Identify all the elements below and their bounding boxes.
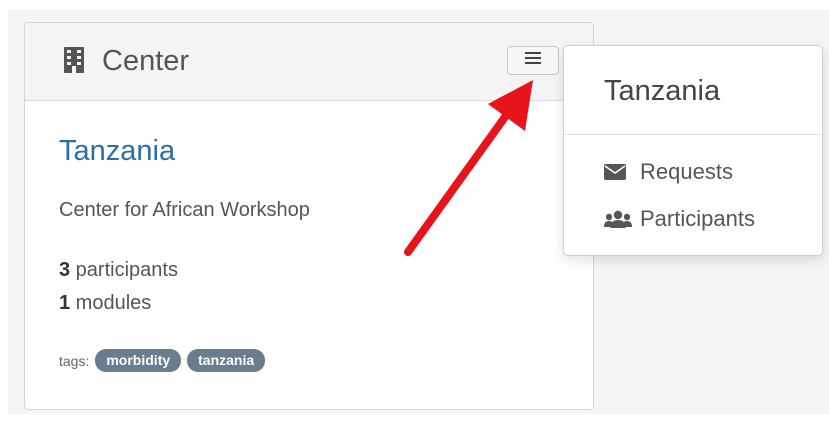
actions-dropdown-menu: Tanzania Requests Participants xyxy=(563,45,823,256)
participants-stat: 3 participants xyxy=(59,257,178,283)
menu-item-label: Participants xyxy=(640,206,755,231)
menu-toggle-button[interactable] xyxy=(507,46,559,75)
menu-item-label: Requests xyxy=(640,159,733,184)
card-title: Center xyxy=(102,45,190,77)
menu-item-requests[interactable]: Requests xyxy=(604,157,733,187)
modules-label: modules xyxy=(70,292,152,314)
envelope-icon xyxy=(604,162,632,182)
dropdown-divider xyxy=(564,134,822,135)
participants-label: participants xyxy=(70,259,178,281)
center-card: Center Tanzania Center for African Works… xyxy=(24,22,594,410)
hamburger-icon xyxy=(525,51,541,70)
tag-badge[interactable]: tanzania xyxy=(187,349,266,372)
center-name-link[interactable]: Tanzania xyxy=(59,133,175,169)
modules-count: 1 xyxy=(59,292,71,314)
tag-badge[interactable]: morbidity xyxy=(95,349,182,372)
center-description: Center for African Workshop xyxy=(59,199,310,221)
menu-item-participants[interactable]: Participants xyxy=(604,204,755,234)
users-icon xyxy=(604,209,632,229)
tags-label: tags: xyxy=(59,352,90,369)
card-header: Center xyxy=(25,23,593,101)
building-icon xyxy=(63,47,85,78)
dropdown-header: Tanzania xyxy=(604,75,721,107)
participants-count: 3 xyxy=(59,259,71,281)
modules-stat: 1 modules xyxy=(59,290,151,316)
tags-row: tags: morbidity tanzania xyxy=(59,349,266,372)
